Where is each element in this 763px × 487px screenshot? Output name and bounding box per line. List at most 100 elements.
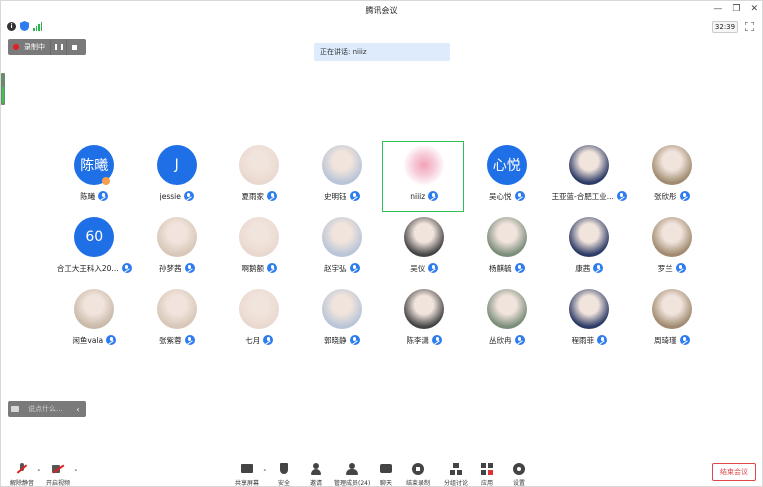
- participant-tile[interactable]: 赵宇弘: [301, 213, 384, 285]
- unmute-button[interactable]: 解除静音: [10, 463, 34, 487]
- mic-icon: [428, 263, 439, 273]
- participant-tile[interactable]: 史明钰: [301, 141, 384, 213]
- avatar: [404, 217, 445, 257]
- participant-name: 啊鹅额: [241, 263, 265, 273]
- participant-tile[interactable]: 60 合工大王科入20...: [53, 213, 136, 285]
- participant-tile[interactable]: 周琦瑾: [631, 285, 714, 357]
- participant-name-row: 啊鹅额: [241, 262, 277, 274]
- muted-mic-icon: [16, 463, 28, 475]
- participant-name: 程雨菲: [571, 335, 595, 345]
- mic-icon: [349, 335, 360, 345]
- chat-input-bar[interactable]: 说点什么... ‹: [8, 401, 86, 417]
- participant-name-row: 孙梦茜: [159, 262, 195, 274]
- participant-name-row: 吴心悦: [489, 190, 525, 202]
- avatar: [404, 145, 445, 185]
- breakout-rooms-icon: [450, 463, 462, 475]
- apps-button[interactable]: 应用: [481, 463, 493, 487]
- chat-button[interactable]: 聊天: [380, 463, 392, 487]
- participant-name: 康茜: [575, 263, 591, 273]
- participant-tile[interactable]: 陈李潇: [383, 285, 466, 357]
- participant-tile[interactable]: 郭晓静: [301, 285, 384, 357]
- participant-tile[interactable]: 陈曦 陈曦: [53, 141, 136, 213]
- apps-grid-icon: [481, 463, 493, 475]
- participant-name-row: 丛欣冉: [489, 334, 525, 346]
- recording-bar: 录制中: [8, 39, 86, 55]
- minimize-icon[interactable]: —: [713, 4, 722, 14]
- participant-tile[interactable]: 康茜: [548, 213, 631, 285]
- participant-tile[interactable]: 心悦 吴心悦: [466, 141, 549, 213]
- avatar: [239, 289, 280, 329]
- mic-icon: [679, 335, 690, 345]
- stop-recording-button[interactable]: [66, 39, 82, 55]
- mic-icon: [349, 263, 360, 273]
- meeting-timer: 32:39: [712, 21, 738, 33]
- avatar: [569, 145, 610, 185]
- start-video-button[interactable]: 开启视频: [46, 463, 70, 487]
- participant-tile[interactable]: 夏雨家: [218, 141, 301, 213]
- participant-name-row: 夏雨家: [241, 190, 277, 202]
- mic-icon: [106, 335, 117, 345]
- security-button[interactable]: 安全: [278, 463, 290, 487]
- participant-name: 史明钰: [324, 191, 347, 201]
- share-screen-button[interactable]: 共享屏幕: [235, 463, 259, 487]
- end-meeting-button[interactable]: 结束会议: [712, 463, 756, 481]
- mic-icon: [183, 191, 194, 201]
- info-icon[interactable]: i: [7, 21, 16, 31]
- participant-tile[interactable]: 王亚蓝-合肥工业...: [548, 141, 631, 213]
- participant-tile[interactable]: 杨麒毓: [466, 213, 549, 285]
- pause-recording-button[interactable]: [50, 39, 66, 55]
- manage-members-label: 管理成员(24): [334, 480, 371, 487]
- avatar: [321, 217, 362, 257]
- participant-name: 吴心悦: [489, 191, 512, 201]
- shield-icon[interactable]: [20, 21, 29, 31]
- participant-tile[interactable]: niiiz: [382, 141, 466, 213]
- participant-name: jessie: [159, 191, 181, 201]
- avatar: [74, 289, 115, 329]
- participant-name-row: 陈李潇: [406, 334, 442, 346]
- breakout-button[interactable]: 分组讨论: [444, 463, 468, 487]
- invite-user-icon: [310, 463, 322, 475]
- share-options-caret[interactable]: ˄: [263, 469, 267, 477]
- share-screen-label: 共享屏幕: [235, 480, 260, 487]
- host-badge-icon: [102, 177, 110, 185]
- participant-tile[interactable]: 程雨菲: [548, 285, 631, 357]
- participant-name-row: 吴仪: [410, 262, 439, 274]
- avatar: [321, 145, 362, 185]
- chevron-left-icon[interactable]: ‹: [72, 405, 84, 414]
- chat-input[interactable]: 说点什么...: [22, 404, 72, 414]
- participant-name-row: 周琦瑾: [654, 334, 690, 346]
- restore-icon[interactable]: ❐: [732, 4, 740, 14]
- participant-tile[interactable]: Jjessie: [136, 141, 219, 213]
- mic-icon: [514, 263, 525, 273]
- avatar: [321, 289, 362, 329]
- title-bar: 腾讯会议 — ❐ ✕: [1, 1, 762, 19]
- participant-tile[interactable]: 张紫蓉: [136, 285, 219, 357]
- recording-label: 录制中: [24, 43, 45, 51]
- start-video-label: 开启视频: [46, 480, 71, 487]
- close-icon[interactable]: ✕: [750, 4, 758, 14]
- participant-tile[interactable]: 孙梦茜: [136, 213, 219, 285]
- settings-button[interactable]: 设置: [513, 463, 525, 487]
- participant-tile[interactable]: 罗兰: [631, 213, 714, 285]
- unmute-label: 解除静音: [10, 480, 35, 487]
- invite-label: 邀请: [310, 480, 323, 487]
- breakout-label: 分组讨论: [444, 480, 469, 487]
- bottom-toolbar: 解除静音 ˄ 开启视频 ˄ 共享屏幕 ˄ 安全 邀请 管理成员(24) 聊天 结…: [1, 459, 762, 487]
- participant-tile[interactable]: 张欣彤: [631, 141, 714, 213]
- end-recording-button[interactable]: 结束录制: [406, 463, 430, 487]
- participant-name: 合工大王科入20...: [56, 263, 119, 273]
- participant-tile[interactable]: 丛欣冉: [466, 285, 549, 357]
- manage-members-button[interactable]: 管理成员(24): [334, 463, 370, 487]
- fullscreen-icon[interactable]: [745, 22, 754, 31]
- participant-name: 夏雨家: [241, 191, 265, 201]
- video-options-caret[interactable]: ˄: [74, 469, 78, 477]
- participant-tile[interactable]: 啊鹅额: [218, 213, 301, 285]
- record-stop-icon: [412, 463, 424, 475]
- audio-options-caret[interactable]: ˄: [37, 469, 41, 477]
- participant-tile[interactable]: 闲鱼vala: [53, 285, 136, 357]
- invite-button[interactable]: 邀请: [310, 463, 322, 487]
- signal-icon[interactable]: [33, 21, 42, 31]
- participant-tile[interactable]: 吴仪: [383, 213, 466, 285]
- participant-tile[interactable]: 七月: [218, 285, 301, 357]
- participant-name: 陈李潇: [406, 335, 430, 345]
